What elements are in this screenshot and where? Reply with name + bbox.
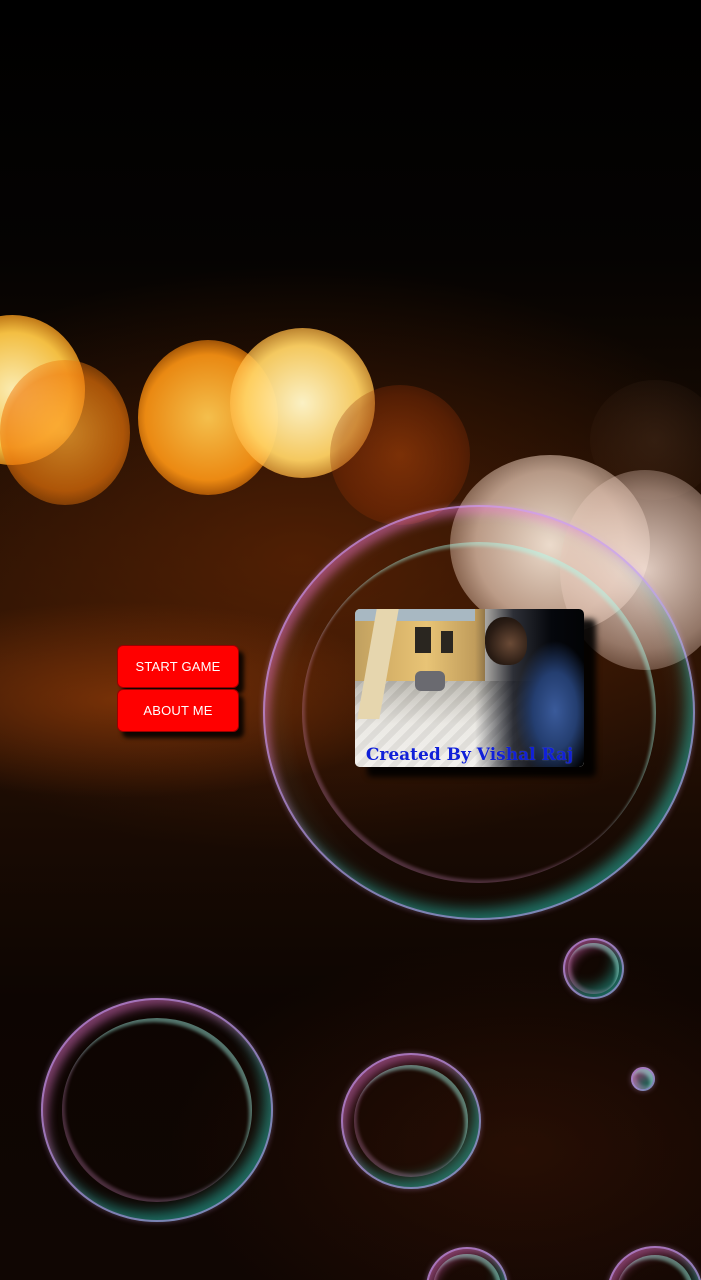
about-me-button[interactable]: ABOUT ME [117, 689, 239, 732]
bokeh-light [138, 340, 278, 495]
start-game-button[interactable]: START GAME [117, 645, 239, 688]
photo-window [415, 627, 431, 653]
photo-sky [355, 609, 475, 621]
bokeh-light [590, 380, 701, 500]
bokeh-light [0, 315, 85, 465]
soap-bubble [631, 1067, 655, 1091]
soap-bubble [341, 1053, 481, 1189]
photo-person-head [485, 617, 527, 665]
bokeh-light [0, 360, 130, 505]
creator-photo-card: Created By Vishal Raj [355, 609, 584, 767]
soap-bubble [41, 998, 273, 1222]
bokeh-light [330, 385, 470, 525]
game-menu-screen: Created By Vishal Raj START GAME ABOUT M… [0, 0, 701, 1280]
soap-bubble [607, 1246, 701, 1280]
creator-caption: Created By Vishal Raj [365, 745, 574, 765]
photo-window [441, 631, 453, 653]
photo-scooter [415, 671, 445, 691]
soap-bubble [426, 1247, 508, 1280]
bokeh-light [230, 328, 375, 478]
soap-bubble [563, 938, 624, 999]
